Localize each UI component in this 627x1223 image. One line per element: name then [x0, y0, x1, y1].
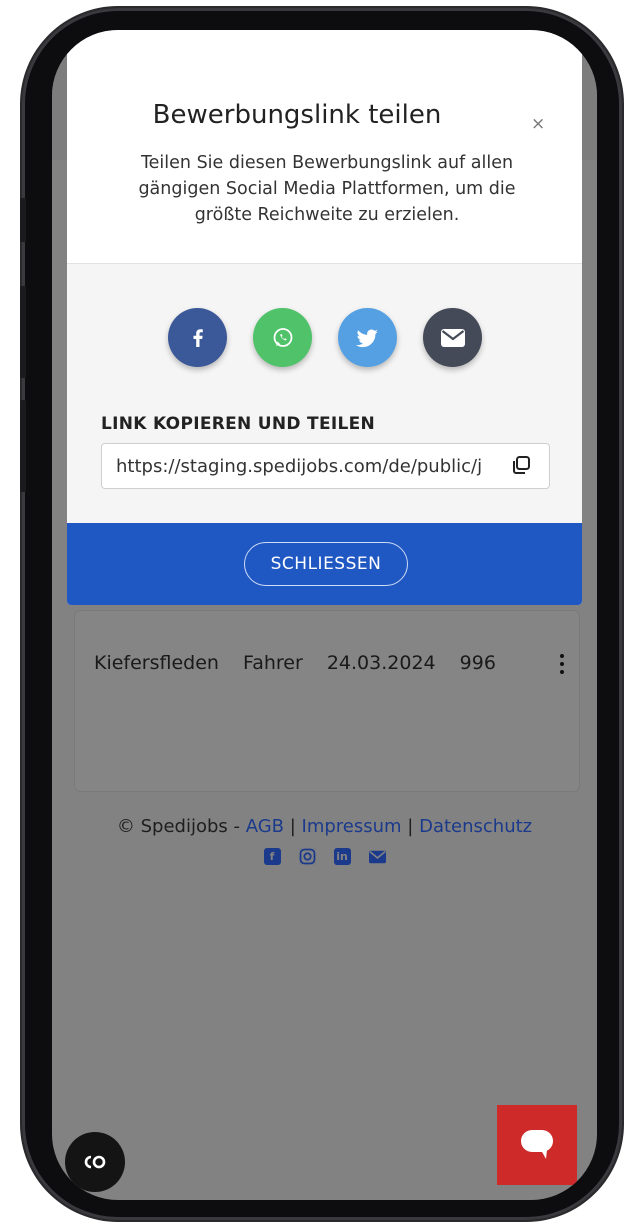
- screen: Kiefersfleden Fahrer 24.03.2024 996 © Sp…: [52, 30, 597, 1200]
- facebook-icon[interactable]: f: [263, 848, 281, 865]
- linkedin-icon[interactable]: in: [333, 848, 351, 865]
- twitter-icon[interactable]: [338, 308, 397, 367]
- share-link-input[interactable]: [116, 444, 508, 488]
- volume-up-button: [20, 286, 26, 378]
- modal-description: Teilen Sie diesen Bewerbungslink auf all…: [138, 153, 516, 225]
- email-icon[interactable]: [368, 848, 386, 865]
- kebab-menu-icon[interactable]: [560, 654, 566, 676]
- separator: |: [401, 816, 420, 837]
- job-location: Kiefersfleden: [94, 652, 219, 674]
- email-icon[interactable]: [423, 308, 482, 367]
- modal-footer: SCHLIESSEN: [67, 523, 582, 605]
- closed-captions-button[interactable]: [65, 1132, 125, 1192]
- instagram-icon[interactable]: [298, 848, 316, 865]
- modal-title: Bewerbungslink teilen: [152, 100, 442, 130]
- copy-icon[interactable]: [510, 454, 534, 478]
- share-buttons: [168, 308, 482, 367]
- share-modal: Bewerbungslink teilen × Teilen Sie diese…: [67, 30, 582, 605]
- copy-link-label: LINK KOPIEREN UND TEILEN: [101, 414, 376, 434]
- whatsapp-icon[interactable]: [253, 308, 312, 367]
- close-icon[interactable]: ×: [531, 114, 545, 134]
- job-position: Fahrer: [243, 652, 303, 674]
- job-date: 24.03.2024: [326, 652, 436, 674]
- close-button[interactable]: SCHLIESSEN: [244, 542, 408, 586]
- separator: |: [284, 816, 302, 837]
- volume-down-button: [20, 400, 26, 492]
- job-row: Kiefersfleden Fahrer 24.03.2024 996: [94, 652, 514, 674]
- page-footer: © Spedijobs - AGB | Impressum | Datensch…: [52, 816, 597, 837]
- job-card: [74, 610, 580, 792]
- copyright-text: © Spedijobs -: [116, 816, 246, 837]
- mute-switch: [20, 198, 26, 242]
- copy-link-field: [101, 443, 550, 489]
- footer-social-links: f in: [52, 848, 597, 865]
- datenschutz-link[interactable]: Datenschutz: [419, 816, 532, 837]
- chat-button[interactable]: [497, 1105, 577, 1185]
- agb-link[interactable]: AGB: [246, 816, 284, 837]
- job-count: 996: [459, 652, 496, 674]
- facebook-icon[interactable]: [168, 308, 227, 367]
- impressum-link[interactable]: Impressum: [302, 816, 402, 837]
